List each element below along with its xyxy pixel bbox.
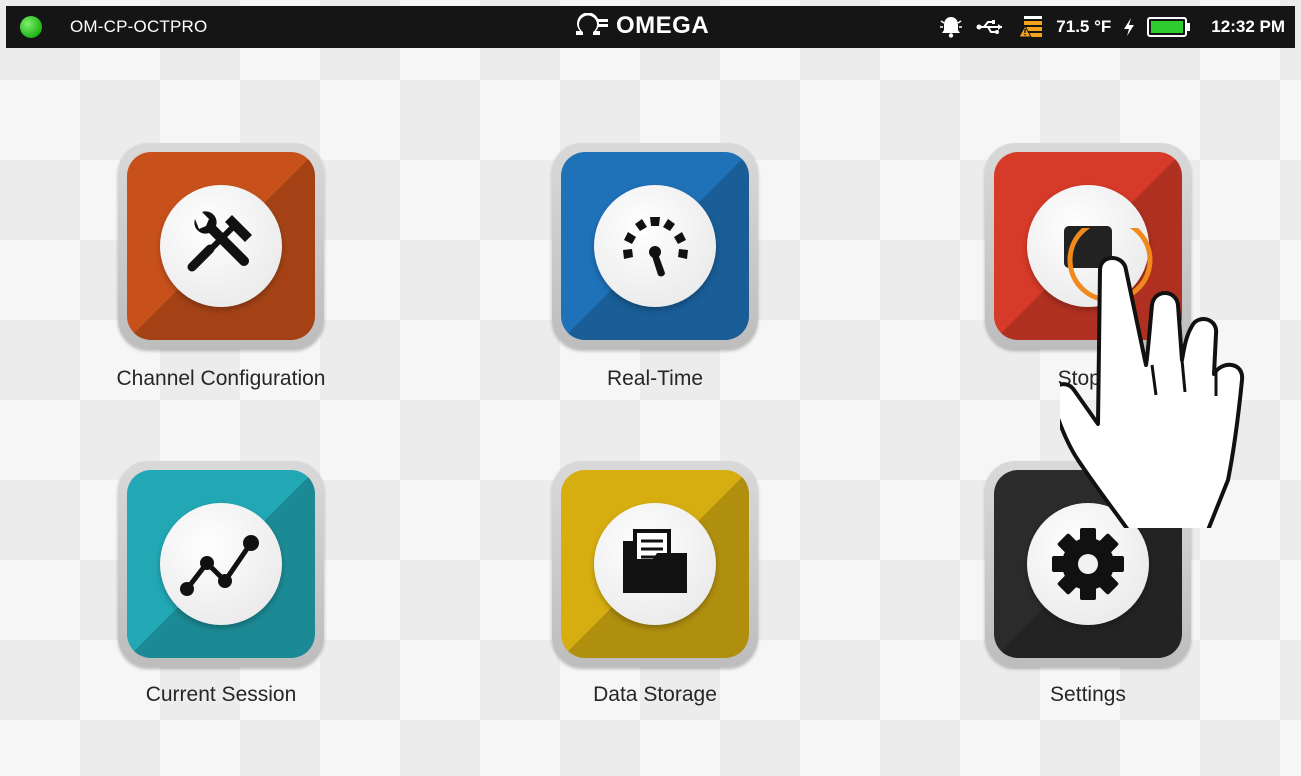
temperature-readout: 71.5 °F [1056,17,1112,36]
tools-icon [160,185,282,307]
clock: 12:32 PM [1211,17,1285,36]
gauge-icon [594,185,716,307]
data-storage-label[interactable]: Data Storage [485,683,825,707]
usb-icon [976,20,1003,34]
current-session-label[interactable]: Current Session [51,683,391,707]
charging-icon [1124,18,1135,36]
storage-warning-icon [1018,16,1043,38]
status-dot-icon [20,16,42,38]
battery-icon [1147,17,1191,37]
data-storage-tile[interactable] [552,461,758,667]
device-name: OM-CP-OCTPRO [70,17,208,36]
settings-label[interactable]: Settings [918,683,1258,707]
status-bar: OM-CP-OCTPRO OMEGA 71.5 °F 12:32 PM [6,6,1295,48]
omega-logo: OMEGA [572,12,709,40]
logo-text: OMEGA [616,12,710,39]
real-time-tile[interactable] [552,143,758,349]
hand-pointer-icon [1060,228,1245,528]
channel-configuration-label[interactable]: Channel Configuration [51,367,391,391]
chart-line-icon [160,503,282,625]
channel-configuration-tile[interactable] [118,143,324,349]
folder-icon [594,503,716,625]
real-time-label[interactable]: Real-Time [485,367,825,391]
alarm-bell-icon[interactable] [938,14,964,40]
omega-logo-icon [576,13,608,35]
current-session-tile[interactable] [118,461,324,667]
